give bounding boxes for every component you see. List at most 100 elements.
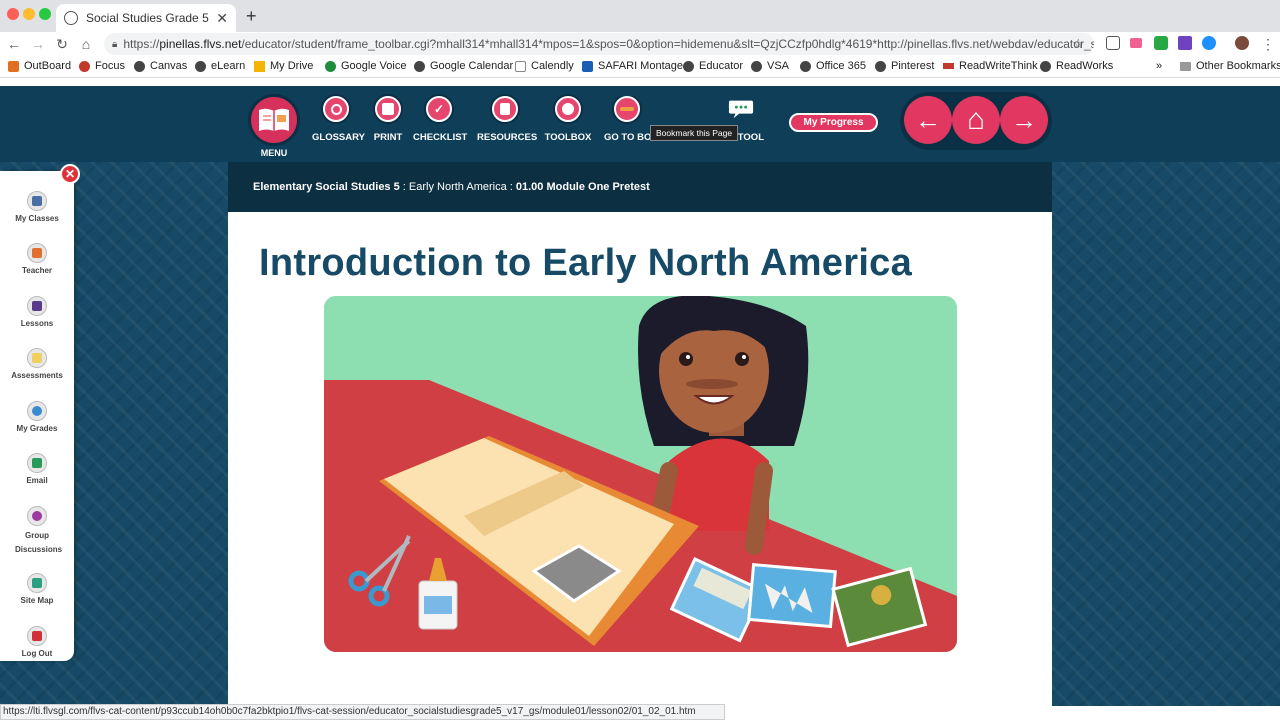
browser-window: Social Studies Grade 5 V17: 46 ✕ + ← → ↻… (0, 0, 1280, 720)
back-icon[interactable]: ← (2, 36, 26, 52)
teacher-icon (27, 243, 47, 263)
bookmark-icon (614, 96, 640, 122)
reload-icon[interactable]: ↻ (50, 36, 74, 53)
lock-icon: 🔒︎ (112, 38, 118, 50)
side-item-teacher[interactable]: Teacher (0, 243, 74, 275)
document-icon (492, 96, 518, 122)
breadcrumb-unit: Early North America (408, 181, 507, 193)
bookmarks-bar: OutBoard Focus Canvas eLearn My Drive Go… (0, 56, 1280, 78)
house-icon: ⌂ (966, 103, 986, 136)
url-host: pinellas.flvs.net (159, 37, 242, 51)
side-item-email[interactable]: Email (0, 453, 74, 485)
tab-strip: Social Studies Grade 5 V17: 46 ✕ + (0, 0, 1280, 32)
grammarly-extension-icon[interactable] (1154, 36, 1168, 50)
arrow-right-icon: → (1011, 104, 1037, 135)
glossary-button[interactable]: GLOSSARY (312, 96, 365, 143)
breadcrumb-page: 01.00 Module One Pretest (515, 181, 650, 193)
breadcrumb: Elementary Social Studies 5 : Early Nort… (228, 162, 1052, 212)
address-bar[interactable]: 🔒︎ https://pinellas.flvs.net/educator/st… (104, 33, 1094, 55)
compass-icon (555, 96, 581, 122)
sitemap-icon (27, 573, 47, 593)
menu-button[interactable] (248, 94, 300, 146)
bookmarks-overflow-chevron-icon[interactable]: » (1156, 60, 1162, 72)
grades-icon (27, 401, 47, 421)
side-item-group-discussions[interactable]: Group Discussions (0, 506, 74, 557)
read-write-extension-icon[interactable] (1178, 36, 1192, 50)
checklist-button[interactable]: ✓ CHECKLIST (413, 96, 467, 143)
bookmark-safari-montage[interactable]: SAFARI Montage (582, 60, 683, 72)
tab-title: Social Studies Grade 5 V17: 46 (86, 11, 212, 25)
my-progress-button[interactable]: My Progress (789, 113, 878, 132)
course-page: MENU GLOSSARY PRINT ✓ CHECKLIST RESOURCE… (0, 86, 1280, 706)
bookmark-calendly[interactable]: Calendly (515, 60, 574, 72)
forward-icon[interactable]: → (26, 36, 50, 52)
envelope-icon (27, 453, 47, 473)
bookmark-outboard[interactable]: OutBoard (8, 60, 71, 72)
maximize-window-button[interactable] (39, 8, 51, 20)
assessments-note-icon (27, 348, 47, 368)
toolbox-button[interactable]: TOOLBOX (544, 96, 592, 143)
home-icon[interactable]: ⌂ (74, 36, 98, 52)
side-item-log-out[interactable]: Log Out (0, 626, 74, 658)
page-navigation: ← ⌂ → (900, 92, 1052, 150)
classes-icon (27, 191, 47, 211)
close-tab-icon[interactable]: ✕ (216, 10, 228, 27)
scrapbook-illustration (324, 296, 957, 652)
side-item-assessments[interactable]: Assessments (0, 348, 74, 380)
side-item-my-classes[interactable]: My Classes (0, 191, 74, 223)
lesson-content: Introduction to Early North America (228, 212, 1052, 706)
magnifier-icon (323, 96, 349, 122)
profile-avatar[interactable] (1235, 36, 1249, 50)
page-title: Introduction to Early North America (259, 242, 913, 284)
speech-bubble-icon (728, 96, 754, 122)
globe-icon (64, 11, 78, 25)
bookmark-educator[interactable]: Educator (683, 60, 743, 72)
bookmark-my-drive[interactable]: My Drive (254, 60, 313, 72)
bookmark-elearn[interactable]: eLearn (195, 60, 245, 72)
close-side-menu-button[interactable]: ✕ (60, 164, 80, 184)
menu-label: MENU (260, 148, 288, 158)
side-item-lessons[interactable]: Lessons (0, 296, 74, 328)
go-to-bookmark-button[interactable]: GO TO BO (603, 96, 651, 143)
side-item-site-map[interactable]: Site Map (0, 573, 74, 605)
next-page-button[interactable]: → (1000, 96, 1048, 144)
browser-toolbar: ← → ↻ ⌂ 🔒︎ https://pinellas.flvs.net/edu… (0, 32, 1280, 56)
bookmark-pinterest[interactable]: Pinterest (875, 60, 934, 72)
bookmark-readworks[interactable]: ReadWorks (1040, 60, 1113, 72)
side-menu: My Classes Teacher Lessons Assessments M… (0, 171, 74, 661)
home-button[interactable]: ⌂ (952, 96, 1000, 144)
bookmark-google-calendar[interactable]: Google Calendar (414, 60, 513, 72)
other-bookmarks[interactable]: Other Bookmarks (1180, 60, 1280, 72)
minimize-window-button[interactable] (23, 8, 35, 20)
close-window-button[interactable] (7, 8, 19, 20)
discussion-bubbles-icon (27, 506, 47, 526)
url-path: /educator/student/frame_toolbar.cgi?mhal… (241, 37, 1094, 51)
printer-icon (375, 96, 401, 122)
checkmark-icon: ✓ (426, 96, 452, 122)
reader-extension-icon[interactable] (1106, 36, 1120, 50)
previous-page-button[interactable]: ← (904, 96, 952, 144)
browser-menu-icon[interactable]: ⋮ (1256, 36, 1280, 53)
bookmark-office-365[interactable]: Office 365 (800, 60, 866, 72)
lessons-book-icon (27, 296, 47, 316)
book-icon (259, 108, 289, 131)
screencastify-extension-icon[interactable] (1130, 38, 1142, 48)
logout-door-icon (27, 626, 47, 646)
status-bar-url: https://lti.flvsgl.com/flvs-cat-content/… (0, 704, 725, 720)
bookmark-vsa[interactable]: VSA (751, 60, 789, 72)
girl-making-scrapbook-image (324, 296, 957, 652)
print-button[interactable]: PRINT (372, 96, 404, 143)
bookmark-readwritethink[interactable]: ReadWriteThink (943, 60, 1038, 72)
bookmark-focus[interactable]: Focus (79, 60, 125, 72)
side-item-my-grades[interactable]: My Grades (0, 401, 74, 433)
bookmark-star-icon[interactable]: ☆ (1072, 36, 1084, 52)
safari-extension-icon[interactable] (1202, 36, 1216, 50)
breadcrumb-course: Elementary Social Studies 5 (253, 181, 400, 193)
bookmark-google-voice[interactable]: Google Voice (325, 60, 406, 72)
new-tab-button[interactable]: + (246, 6, 257, 27)
resources-button[interactable]: RESOURCES (477, 96, 537, 143)
bookmark-tooltip: Bookmark this Page (650, 125, 739, 141)
bookmark-canvas[interactable]: Canvas (134, 60, 187, 72)
course-toolbar: MENU GLOSSARY PRINT ✓ CHECKLIST RESOURCE… (0, 86, 1280, 162)
browser-tab[interactable]: Social Studies Grade 5 V17: 46 ✕ (56, 4, 236, 32)
